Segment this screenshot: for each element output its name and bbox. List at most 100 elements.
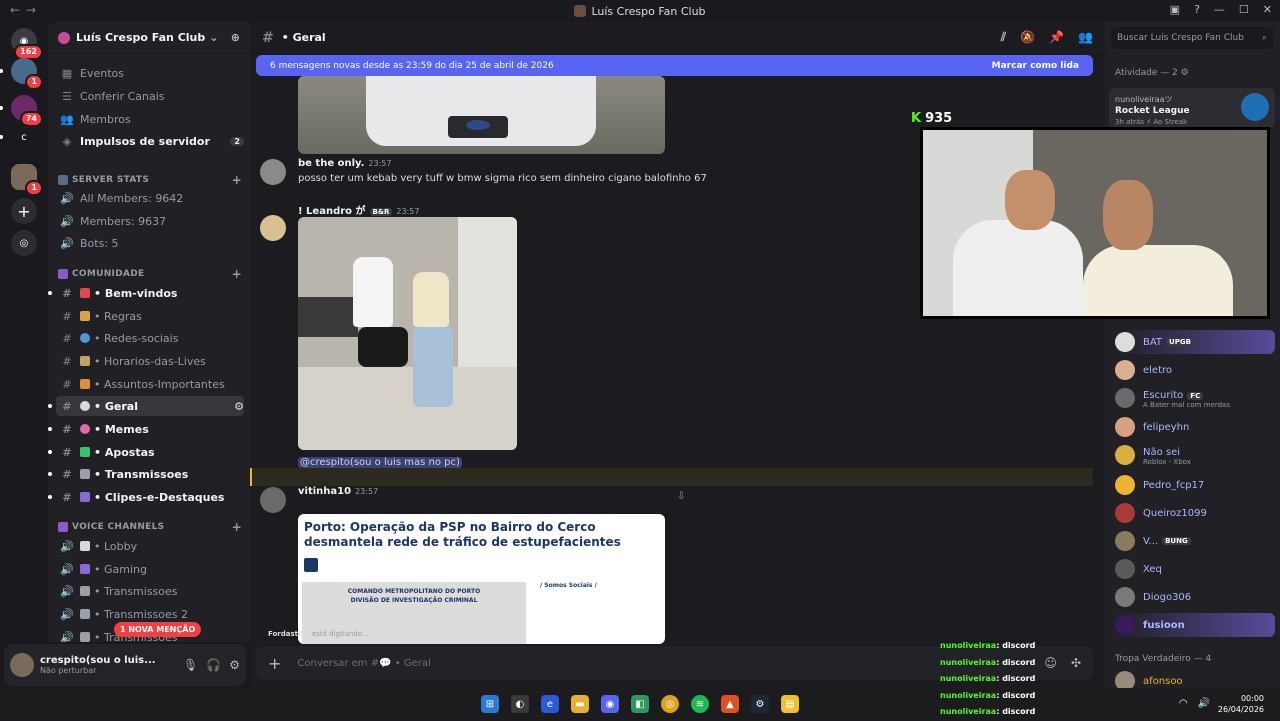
category-voice[interactable]: VOICE CHANNELS + bbox=[58, 519, 242, 535]
activity-card[interactable]: nunoliveiraaツ Rocket League 3h atrás ⚡ A… bbox=[1109, 88, 1275, 128]
typing-indicator: Fordastiko está digitando... bbox=[268, 630, 369, 638]
steam-icon[interactable]: ⚙ bbox=[751, 695, 769, 713]
voice-transmissoes-2[interactable]: 🔊 • Transmissoes 2 bbox=[56, 604, 244, 624]
avatar[interactable] bbox=[10, 653, 34, 677]
sidebar-item-canais[interactable]: ☰ Conferir Canais bbox=[56, 86, 244, 106]
add-channel-icon[interactable]: + bbox=[232, 173, 242, 187]
close-button[interactable]: ✕ bbox=[1263, 3, 1272, 16]
maximize-button[interactable]: ☐ bbox=[1239, 3, 1249, 16]
add-server-button[interactable]: + bbox=[11, 198, 37, 224]
server-rail: ◉ 162 1 74 c 1 + ◎ bbox=[0, 22, 48, 688]
user-mention[interactable]: @crespito(sou o luis mas no pc) bbox=[298, 457, 462, 468]
help-icon[interactable]: ? bbox=[1194, 3, 1200, 16]
avatar[interactable] bbox=[260, 487, 286, 513]
app-icon[interactable]: ◧ bbox=[631, 695, 649, 713]
server-icon-2[interactable]: 74 bbox=[11, 95, 43, 127]
member-list-icon[interactable]: 👥 bbox=[1078, 30, 1093, 45]
add-channel-icon[interactable]: + bbox=[232, 520, 242, 534]
server-icon-3[interactable]: c bbox=[11, 124, 37, 150]
system-tray[interactable]: ◠ 🔊 bbox=[1179, 698, 1210, 709]
discover-icon[interactable]: ◎ bbox=[11, 230, 37, 256]
minimize-button[interactable]: — bbox=[1214, 3, 1225, 16]
discord-taskbar-icon[interactable]: ◉ bbox=[601, 695, 619, 713]
van-image[interactable] bbox=[298, 76, 665, 154]
channel-clipes[interactable]: # • Clipes-e-Destaques bbox=[48, 487, 244, 507]
new-messages-text: 6 mensagens novas desde as 23:59 do dia … bbox=[270, 60, 554, 71]
message-author[interactable]: vitinha10 23:57 bbox=[298, 486, 378, 497]
member-item[interactable]: felipeyhn bbox=[1115, 415, 1275, 439]
settings-gear-icon[interactable]: ⚙ bbox=[229, 658, 240, 672]
channel-transmissoes[interactable]: # • Transmissoes bbox=[48, 464, 244, 484]
message-author[interactable]: ! Leandro が B&R 23:57 bbox=[298, 202, 419, 217]
mark-as-read-button[interactable]: Marcar como lida bbox=[992, 61, 1079, 71]
member-item[interactable]: BAT UPGB bbox=[1115, 330, 1275, 354]
voice-transmissoes[interactable]: 🔊 • Transmissoes bbox=[56, 581, 244, 601]
headphones-icon[interactable]: 🎧 bbox=[206, 658, 221, 672]
server-icon-1[interactable]: 1 bbox=[11, 58, 43, 90]
sidebar-item-membros[interactable]: 👥 Membros bbox=[56, 109, 244, 129]
home-button[interactable]: ◉ 162 bbox=[11, 28, 43, 60]
folder-icon[interactable]: ▬ bbox=[571, 695, 589, 713]
clock[interactable]: 00:00 26/04/2026 bbox=[1218, 693, 1264, 715]
mute-icon[interactable]: 🔕 bbox=[1020, 30, 1035, 45]
notes-icon[interactable]: ▤ bbox=[781, 695, 799, 713]
channel-memes[interactable]: # • Memes bbox=[48, 419, 244, 439]
stat-all-members[interactable]: 🔊 All Members: 9642 bbox=[56, 188, 244, 208]
message-author[interactable]: be the only. 23:57 bbox=[298, 158, 391, 169]
member-item[interactable]: Escurito FC A Bater mal com merdas bbox=[1115, 386, 1275, 410]
category-comunidade[interactable]: COMUNIDADE + bbox=[58, 266, 242, 282]
channel-redes-sociais[interactable]: # • Redes-sociais bbox=[56, 328, 244, 348]
dance-photo[interactable] bbox=[298, 217, 517, 450]
server-icon-active[interactable]: 1 bbox=[11, 164, 43, 196]
new-messages-bar[interactable]: 6 mensagens novas desde as 23:59 do dia … bbox=[256, 55, 1093, 76]
member-item[interactable]: Não sei Roblox - Xbox bbox=[1115, 443, 1275, 467]
member-item[interactable]: Queiroz1099 bbox=[1115, 501, 1275, 525]
add-channel-icon[interactable]: + bbox=[232, 267, 242, 281]
composer-input[interactable]: Conversar em #💬 • Geral bbox=[297, 658, 430, 669]
channel-horarios[interactable]: # • Horarios-das-Lives bbox=[56, 351, 244, 371]
microphone-icon[interactable]: 🎙 bbox=[183, 658, 198, 672]
invite-icon[interactable]: ⊕ bbox=[231, 31, 240, 44]
chrome-icon[interactable]: ◎ bbox=[661, 695, 679, 713]
member-item[interactable]: fusioon bbox=[1115, 613, 1275, 637]
download-icon[interactable]: ⇩ bbox=[677, 491, 685, 502]
pin-icon[interactable]: 📌 bbox=[1049, 30, 1064, 45]
brave-icon[interactable]: ▲ bbox=[721, 695, 739, 713]
edge-icon[interactable]: e bbox=[541, 695, 559, 713]
channel-bem-vindos[interactable]: # • Bem-vindos bbox=[48, 283, 244, 303]
voice-lobby[interactable]: 🔊 • Lobby bbox=[56, 536, 244, 556]
news-embed-image[interactable]: Porto: Operação da PSP no Bairro do Cerc… bbox=[298, 514, 665, 644]
avatar[interactable] bbox=[260, 215, 286, 241]
member-item[interactable]: Diogo306 bbox=[1115, 585, 1275, 609]
sidebar-item-eventos[interactable]: ▦ Eventos bbox=[56, 63, 244, 83]
member-item[interactable]: V... BUNG bbox=[1115, 529, 1275, 553]
apps-icon[interactable]: ✣ bbox=[1071, 656, 1081, 670]
member-item[interactable]: Xeq bbox=[1115, 557, 1275, 581]
inbox-icon[interactable]: ▣ bbox=[1170, 3, 1180, 16]
attach-plus-icon[interactable]: + bbox=[268, 654, 281, 673]
member-item[interactable]: eletro bbox=[1115, 358, 1275, 382]
guild-header[interactable]: Luís Crespo Fan Club ⌄ ⊕ bbox=[48, 22, 250, 54]
channel-regras[interactable]: # • Regras bbox=[56, 306, 244, 326]
spotify-icon[interactable]: ≋ bbox=[691, 695, 709, 713]
search-icon: ⌕ bbox=[1261, 33, 1267, 43]
new-mention-pill[interactable]: 1 NOVA MENÇÃO bbox=[114, 622, 202, 637]
stat-members[interactable]: 🔊 Members: 9637 bbox=[56, 211, 244, 231]
stat-bots[interactable]: 🔊 Bots: 5 bbox=[56, 233, 244, 253]
search-input[interactable]: Buscar Luís Crespo Fan Club ⌕ bbox=[1111, 27, 1273, 49]
gear-icon[interactable]: ⚙ bbox=[234, 400, 244, 413]
category-server-stats[interactable]: SERVER STATS + bbox=[58, 172, 242, 188]
member-item[interactable]: Pedro_fcp17 bbox=[1115, 473, 1275, 497]
back-forward-icon[interactable]: ←→ bbox=[10, 3, 42, 17]
avatar[interactable] bbox=[260, 159, 286, 185]
app-icon[interactable]: ◐ bbox=[511, 695, 529, 713]
start-icon[interactable]: ⊞ bbox=[481, 695, 499, 713]
channel-geral[interactable]: # • Geral ⚙ bbox=[48, 396, 244, 416]
threads-icon[interactable]: ⫽ bbox=[1001, 30, 1006, 45]
member-item[interactable]: afonsoo bbox=[1115, 669, 1275, 688]
channel-assuntos[interactable]: # • Assuntos-Importantes bbox=[56, 374, 244, 394]
voice-gaming[interactable]: 🔊 • Gaming bbox=[56, 559, 244, 579]
sidebar-item-boosts[interactable]: ◈ Impulsos de servidor 2 bbox=[56, 131, 244, 151]
emoji-icon[interactable]: ☺ bbox=[1044, 656, 1057, 670]
channel-apostas[interactable]: # • Apostas bbox=[48, 442, 244, 462]
